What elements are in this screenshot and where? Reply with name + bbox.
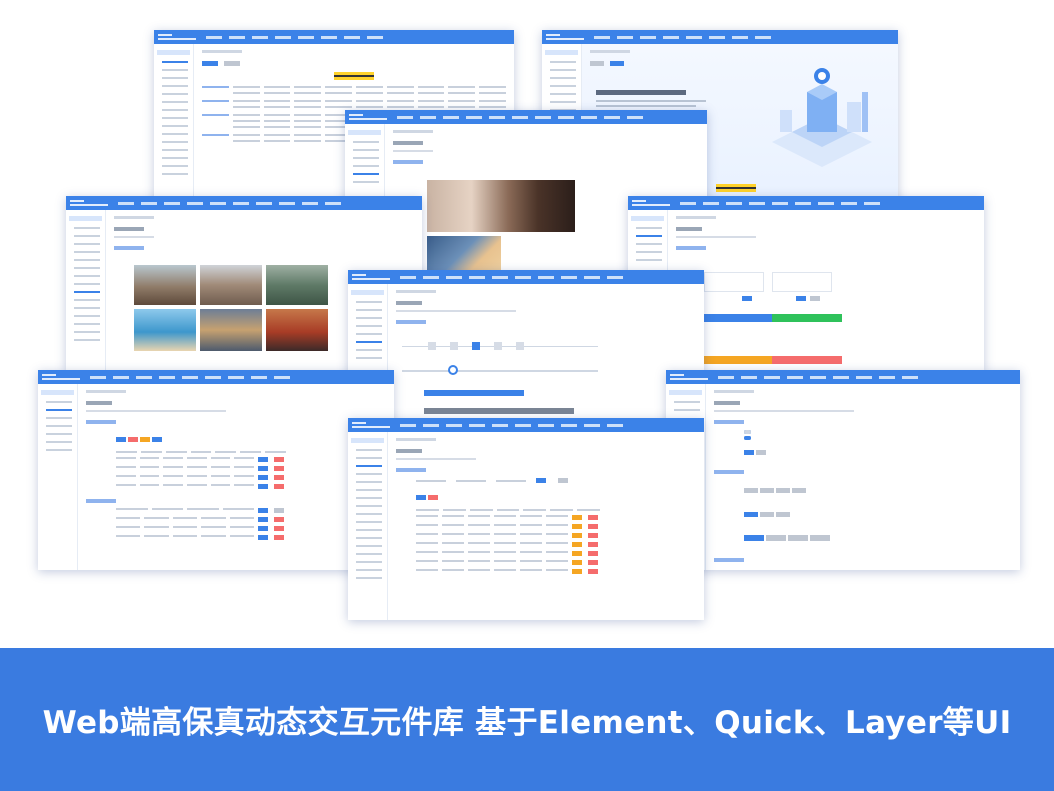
preview-window-table-form: [38, 370, 394, 570]
gallery-image-temple: [266, 309, 328, 351]
isometric-illustration: [772, 68, 872, 167]
gallery-image-building: [200, 265, 262, 305]
title-bar: [542, 30, 898, 44]
title-bar: [666, 370, 1020, 384]
preview-window-steps: [348, 270, 704, 430]
sidebar: [66, 210, 106, 372]
title-bar: [38, 370, 394, 384]
title-bar: [345, 110, 707, 124]
sidebar: [348, 432, 388, 620]
title-bar: [628, 196, 984, 210]
title-bar: [348, 418, 704, 432]
preview-window-query: [348, 418, 704, 620]
gallery-image-highway: [200, 309, 262, 351]
banner-title: Web端高保真动态交互元件库 基于Element、Quick、Layer等UI: [42, 705, 1012, 741]
title-bar: [66, 196, 422, 210]
title-bar: [348, 270, 704, 284]
sidebar: [154, 44, 194, 212]
preview-collage: [0, 0, 1054, 648]
portrait-image-1: [427, 180, 575, 232]
preview-window-forms: [666, 370, 1020, 570]
sidebar: [38, 384, 78, 570]
title-bar: [154, 30, 514, 44]
gallery-image-forest: [266, 265, 328, 305]
gallery-image-sea: [134, 309, 196, 351]
gallery-image-elephants: [134, 265, 196, 305]
bottom-banner: Web端高保真动态交互元件库 基于Element、Quick、Layer等UI: [0, 648, 1054, 791]
